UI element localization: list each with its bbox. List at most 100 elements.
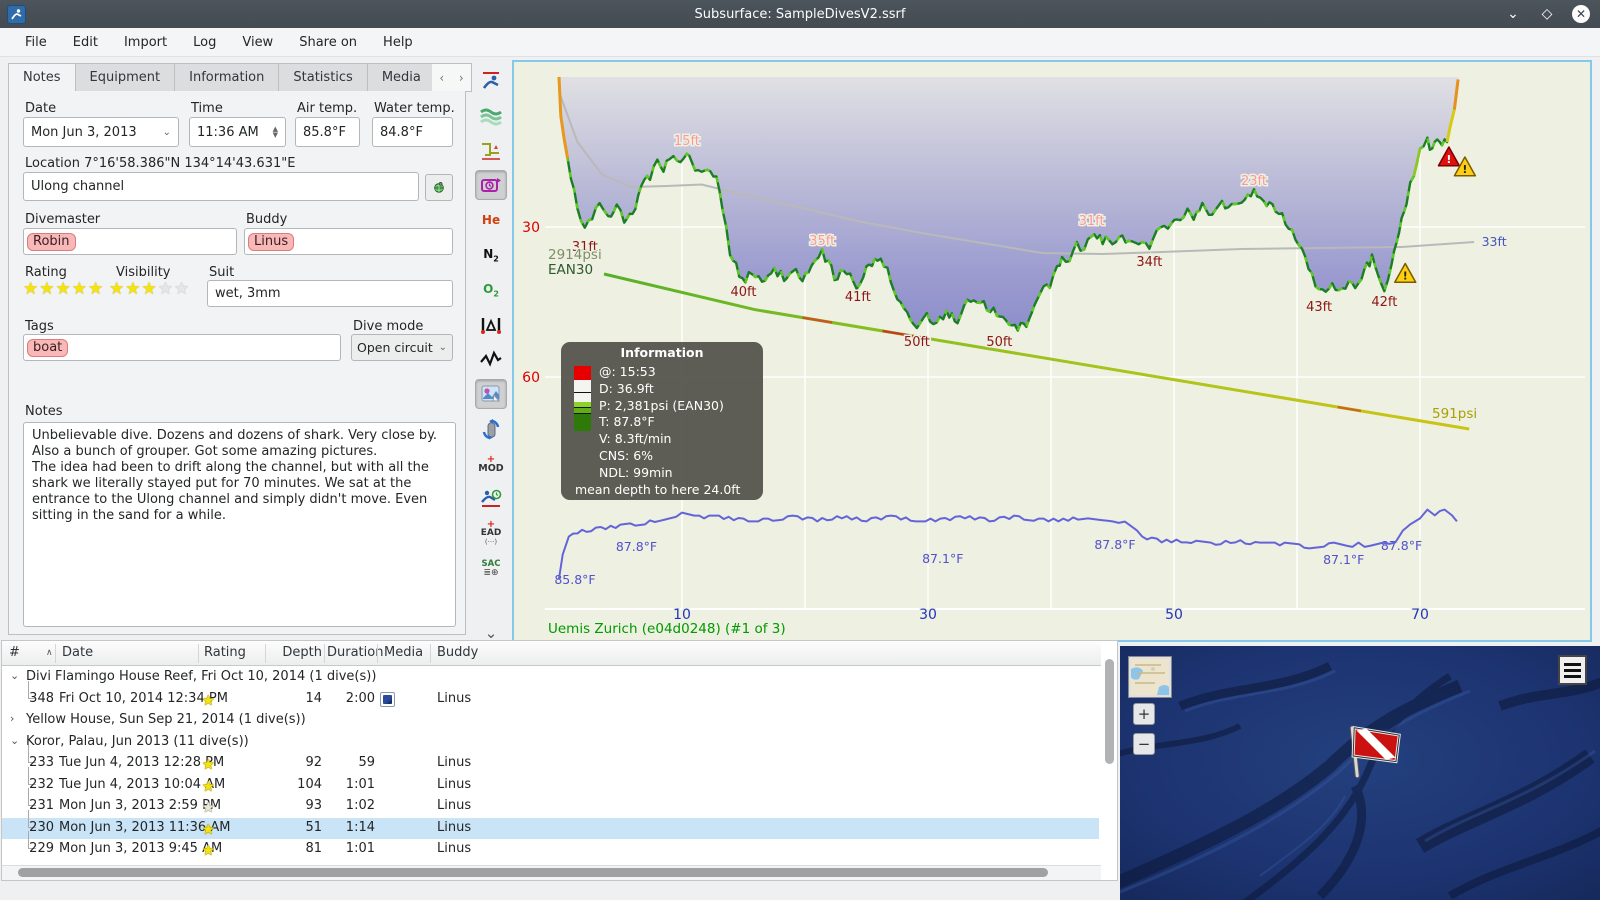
notes-textarea[interactable]: Unbelievable dive. Dozens and dozens of … [23, 422, 456, 627]
collapse-trip-icon[interactable]: ⌄ [10, 669, 19, 682]
dive-row[interactable]: 231 Mon Jun 3, 2013 2:59 PM ★ ★ ★ ★ ★ 93 1:02 Lin… [2, 788, 1099, 818]
maximize-button[interactable]: ◇ [1538, 5, 1556, 23]
dive-row-selected[interactable]: 230 Mon Jun 3, 2013 11:36 AM ★ ★ ★ ★ ★ 51 1:14 Li… [2, 809, 1099, 839]
dive-row[interactable]: 348 Fri Oct 10, 2014 12:34 PM ★ ★ ★ ★ ★ 14 2:00 L… [2, 680, 1099, 711]
star-filled-icon[interactable]: ★ [142, 279, 158, 299]
column-header-duration[interactable]: Duration [327, 645, 383, 660]
column-divider[interactable] [430, 644, 431, 663]
column-header-buddy[interactable]: Buddy [437, 645, 478, 660]
dive-computer-icon[interactable] [475, 66, 507, 96]
close-button[interactable]: ✕ [1572, 5, 1590, 23]
menu-item-help[interactable]: Help [370, 31, 426, 54]
menu-item-log[interactable]: Log [180, 31, 229, 54]
trip-row[interactable]: ⌄ Divi Flamingo House Reef, Fri Oct 10, 2… [2, 667, 1099, 689]
column-divider[interactable] [324, 644, 325, 663]
deco-time-icon[interactable] [475, 484, 507, 514]
geo-lookup-button[interactable] [425, 174, 453, 201]
dive-profile-panel[interactable]: 31ft 15ft 40ft 35ft 41ft 50ft 50ft 31ft 34ft 23ft… [512, 60, 1592, 642]
star-filled-icon[interactable]: ★ [202, 843, 215, 859]
collapse-trip-icon[interactable]: ⌄ [10, 734, 19, 747]
tab-information[interactable]: Information [174, 63, 279, 92]
media-icon[interactable] [380, 691, 395, 707]
star-filled-icon[interactable]: ★ [72, 279, 88, 299]
minimize-button[interactable]: ⌄ [1504, 5, 1522, 23]
star-filled-icon[interactable]: ★ [202, 822, 215, 838]
dive-site-map[interactable]: + − [1120, 646, 1600, 900]
star-empty-icon[interactable]: ★ [158, 279, 174, 299]
column-header-media[interactable]: Media [384, 645, 423, 660]
tab-scroll-right-icon[interactable]: › [459, 71, 464, 85]
dive-row[interactable]: 233 Tue Jun 4, 2013 12:28 PM ★ ★ ★ ★ ★ 92 59 Linu… [2, 745, 1099, 775]
sort-indicator-icon[interactable]: ∧ [46, 648, 53, 658]
air-temp-field[interactable]: 85.8°F [295, 117, 360, 147]
divemaster-tag[interactable]: Robin [27, 232, 76, 251]
star-filled-icon[interactable]: ★ [56, 279, 72, 299]
oxygen-graph-icon[interactable]: O2 [475, 275, 507, 305]
visibility-stars[interactable]: ★★★★★ [109, 279, 190, 299]
water-temp-field[interactable]: 84.8°F [372, 117, 453, 147]
star-filled-icon[interactable]: ★ [202, 757, 215, 773]
ead-icon[interactable]: + EAD (···) [475, 518, 507, 548]
tab-equipment[interactable]: Equipment [74, 63, 175, 92]
location-input[interactable]: Ulong channel [23, 172, 419, 201]
tab-scroll-left-icon[interactable]: ‹ [439, 71, 444, 85]
expand-trip-icon[interactable]: › [10, 712, 14, 725]
dive-mode-combobox[interactable]: Open circuit ⌄ [351, 334, 453, 361]
star-empty-icon[interactable]: ★ [174, 279, 190, 299]
menu-item-import[interactable]: Import [111, 31, 180, 54]
map-menu-button[interactable] [1558, 655, 1587, 685]
nitrogen-graph-icon[interactable]: N2 [475, 240, 507, 270]
cylinder-switch-icon[interactable] [475, 414, 507, 444]
mod-icon[interactable]: + MOD [475, 449, 507, 479]
profile-ruler-icon[interactable] [475, 136, 507, 166]
star-filled-icon[interactable]: ★ [109, 279, 125, 299]
star-filled-icon[interactable]: ★ [125, 279, 141, 299]
rating-stars[interactable]: ★★★★★ [23, 279, 104, 299]
vertical-scrollbar[interactable] [1105, 659, 1114, 764]
dive-row[interactable]: 232 Tue Jun 4, 2013 10:04 AM ★ ★ ★ ★ ★ 104 1:01 L… [2, 766, 1099, 797]
column-divider[interactable] [377, 644, 378, 663]
heart-rate-icon[interactable] [475, 344, 507, 374]
star-filled-icon[interactable]: ★ [202, 693, 215, 709]
map-zoom-out-button[interactable]: − [1133, 733, 1155, 755]
menu-item-file[interactable]: File [12, 31, 60, 54]
column-divider[interactable] [198, 644, 199, 663]
waves-icon[interactable] [475, 101, 507, 131]
column-header-rating[interactable]: Rating [204, 645, 246, 660]
column-header-date[interactable]: Date [62, 645, 93, 660]
buddy-input[interactable]: Linus [244, 228, 453, 255]
horizontal-scrollbar[interactable] [18, 868, 1048, 877]
column-header-depth[interactable]: Depth [272, 645, 322, 660]
photos-icon[interactable] [475, 379, 507, 410]
time-spinbox[interactable]: 11:36 AM ▲ ▼ [189, 117, 286, 147]
tab-statistics[interactable]: Statistics [278, 63, 367, 92]
star-filled-icon[interactable]: ★ [88, 279, 104, 299]
time-shift-icon[interactable] [475, 170, 507, 201]
column-divider[interactable] [55, 644, 56, 663]
buddy-tag[interactable]: Linus [248, 232, 295, 251]
tab-media[interactable]: Media [366, 63, 435, 92]
star-filled-icon[interactable]: ★ [39, 279, 55, 299]
divemaster-input[interactable]: Robin [23, 228, 237, 255]
sac-rate-icon[interactable]: SAC ≣⊕ [475, 553, 507, 583]
map-overview-thumbnail[interactable] [1129, 657, 1171, 697]
star-filled-icon[interactable]: ★ [202, 779, 215, 795]
star-filled-icon[interactable]: ★ [23, 279, 39, 299]
tag-boat[interactable]: boat [27, 338, 69, 357]
map-zoom-in-button[interactable]: + [1133, 703, 1155, 725]
helium-graph-icon[interactable]: He [475, 205, 507, 235]
suit-input[interactable]: wet, 3mm [207, 280, 453, 307]
spinner-arrows-icon[interactable]: ▲ ▼ [273, 126, 278, 139]
dive-row[interactable]: 229 Mon Jun 3, 2013 9:45 AM ★ ★ ★ ★ ★ 81 1:01 Lin… [2, 831, 1099, 861]
tab-scroll-arrows[interactable]: ‹ › [432, 63, 472, 92]
measure-icon[interactable] [475, 310, 507, 340]
star-empty-icon[interactable]: ★ [202, 800, 215, 816]
menu-item-view[interactable]: View [229, 31, 286, 54]
dive-list-header[interactable]: # Date Rating Depth Duration Media Buddy ∧ [2, 641, 1101, 666]
menu-item-share-on[interactable]: Share on [286, 31, 370, 54]
column-divider[interactable] [265, 644, 266, 663]
trip-row[interactable]: › Yellow House, Sun Sep 21, 2014 (1 dive(… [2, 710, 1099, 732]
trip-row[interactable]: ⌄ Koror, Palau, Jun 2013 (11 dive(s)) [2, 732, 1099, 754]
column-header-num[interactable]: # [9, 645, 20, 660]
tags-input[interactable]: boat [23, 334, 341, 361]
